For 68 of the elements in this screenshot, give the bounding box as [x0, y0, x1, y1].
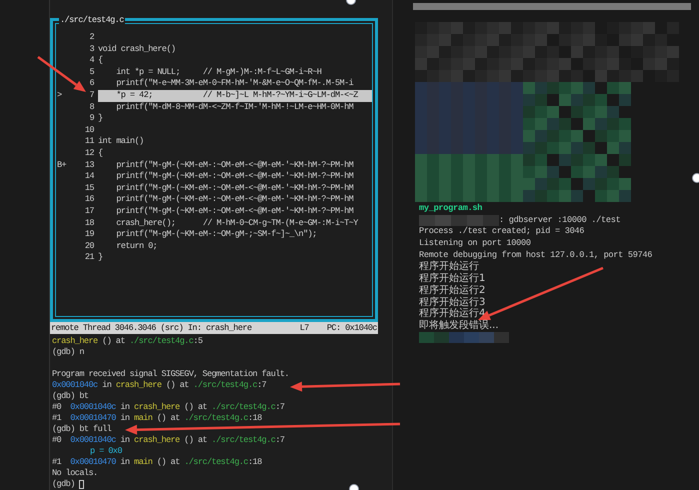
- code-line: crash_here(); // M-hM-0~CM-g~TM-(M-e~GM-:M-i~T~Y: [115, 218, 358, 228]
- line-number: 16: [84, 194, 94, 204]
- line-number: 5: [89, 66, 94, 77]
- line-number: 7: [89, 90, 94, 100]
- line-number: 4: [89, 55, 94, 66]
- code-line: return 0;: [115, 240, 158, 251]
- line-marker: B+: [57, 160, 66, 170]
- terminal-line: 程序开始运行3: [419, 296, 486, 308]
- code-line: {: [98, 55, 103, 66]
- line-number: 8: [89, 102, 94, 112]
- status-location: remote Thread 3046.3046 (src) In: crash_here: [51, 322, 252, 334]
- line-number: 6: [89, 78, 94, 88]
- line-number: 20: [84, 240, 94, 251]
- code-line: {: [98, 148, 103, 158]
- console-line: (gdb) n: [52, 347, 84, 358]
- code-line: printf("M-gM-(~KM-eM-:~OM-eM-<~@M-eM-'~KM-hM-?~PM-hM: [115, 182, 354, 193]
- code-line: printf("M-gM-(~KM-eM-:~OM-eM-<~@M-eM-'~KM-hM-?~PM-hM: [115, 171, 354, 182]
- arrow-annotation: [37, 56, 86, 92]
- line-number: 21: [84, 252, 94, 262]
- line-number: 2: [89, 32, 94, 42]
- code-line: printf("M-gM-(~KM-eM-:~OM-eM-<~@M-eM-'~KM-hM-?~PM-hM: [115, 206, 354, 216]
- terminal-line: Process ./test created; pid = 3046: [419, 226, 584, 238]
- line-number: 10: [84, 124, 94, 135]
- line-number: 17: [84, 206, 94, 216]
- code-line: int main(): [98, 136, 144, 146]
- source-file-title: ./src/test4g.c: [59, 15, 125, 25]
- line-number: 11: [84, 136, 94, 146]
- console-line: Program received signal SIGSEGV, Segmentation fault.: [52, 369, 289, 380]
- terminal-line: 程序开始运行1: [419, 273, 486, 284]
- line-marker: >: [57, 90, 62, 100]
- code-line: printf("M-gM-(~KM-eM-:~OM-eM-<~@M-eM-'~KM-hM-?~PM-hM: [115, 194, 354, 204]
- code-line: printf("M-dM-8~MM-dM-<~ZM-f~IM-'M-hM-!~LM-e~HM-0M-hM: [115, 102, 354, 112]
- console-line: crash_here () at ./src/test4g.c:5: [52, 336, 202, 347]
- line-number: 14: [84, 171, 94, 182]
- console-line: (gdb) bt full: [52, 424, 112, 435]
- console-line: 0x0001040c in crash_here () at ./src/test4g.c:7: [52, 380, 266, 391]
- line-number: 3: [89, 44, 94, 54]
- console-line: No locals.: [52, 468, 98, 479]
- console-line: (gdb): [52, 479, 75, 490]
- console-line: #1 0x00010470 in main () at ./src/test4g.c:18: [52, 413, 262, 424]
- line-number: 18: [84, 218, 94, 228]
- console-line: (gdb) bt: [52, 391, 88, 402]
- line-number: 9: [89, 113, 94, 124]
- line-number: 19: [84, 229, 94, 240]
- code-line: printf("M-gM-(~KM-eM-:~OM-gM-;~SM-f~]~_\n");: [115, 229, 317, 240]
- terminal-line: Listening on port 10000: [419, 238, 531, 250]
- console-line: #1 0x00010470 in main () at ./src/test4g.c:18: [52, 457, 262, 468]
- code-line: printf("M-gM-(~KM-eM-:~OM-eM-<~@M-eM-'~KM-hM-?~PM-hM: [115, 160, 354, 170]
- terminal-line: : gdbserver :10000 ./test: [499, 214, 620, 226]
- console-line: p = 0x0: [90, 446, 122, 457]
- code-line: }: [98, 113, 103, 124]
- terminal-line: 即将触发段错误...: [419, 320, 499, 332]
- code-line: }: [98, 252, 103, 262]
- status-pc: PC: 0x1040c: [326, 322, 377, 334]
- terminal-line: 程序开始运行2: [419, 284, 486, 296]
- console-line: #0 0x0001040c in crash_here () at ./src/test4g.c:7: [52, 402, 284, 413]
- script-name: my_program.sh: [419, 203, 482, 215]
- code-line: printf("M-e~MM-3M-eM-0~FM-hM-'M-&M-e~O~QM-fM-.M-5M-i: [115, 78, 354, 88]
- code-line: void crash_here(): [98, 44, 176, 54]
- line-number: 12: [84, 148, 94, 158]
- status-line: L7: [300, 322, 309, 334]
- console-line: #0 0x0001040c in crash_here () at ./src/test4g.c:7: [52, 435, 284, 446]
- terminal-line: 程序开始运行: [419, 261, 479, 272]
- code-line: int *p = NULL; // M-gM-)M-:M-f~L~GM-i~R~H: [115, 66, 322, 77]
- line-number: 15: [84, 182, 94, 193]
- line-number: 13: [84, 160, 94, 170]
- scrollbar[interactable]: [413, 3, 691, 10]
- terminal-line: Remote debugging from host 127.0.0.1, port 59746: [419, 250, 652, 260]
